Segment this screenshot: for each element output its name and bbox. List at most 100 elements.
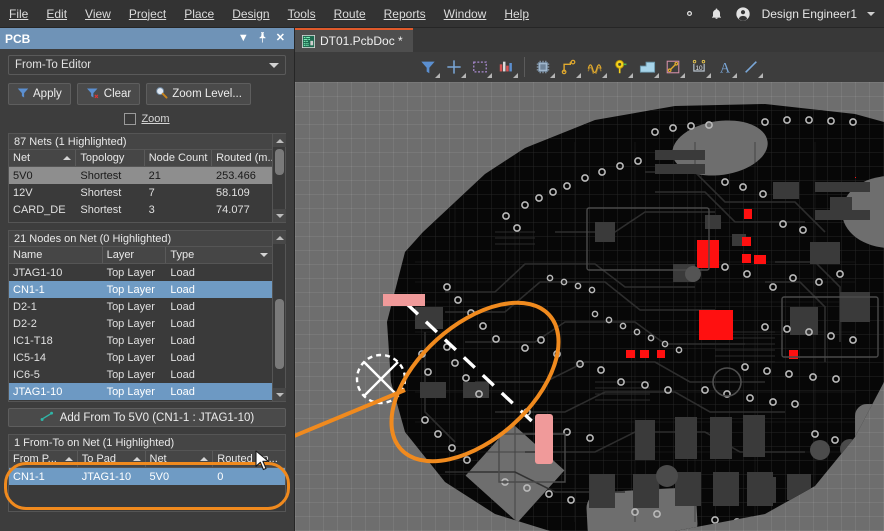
pcb-canvas[interactable] — [295, 82, 884, 531]
menu-window[interactable]: Window — [435, 3, 496, 25]
table-row[interactable]: 12V Shortest 7 58.109 — [9, 184, 272, 201]
scroll-up-icon[interactable] — [273, 231, 286, 244]
menu-tools[interactable]: Tools — [279, 3, 325, 25]
pcb-document-icon — [302, 34, 315, 48]
scroll-down-icon[interactable] — [273, 388, 286, 401]
filter-icon — [17, 87, 29, 102]
panel-title-bar: PCB ▼ ✕ — [0, 28, 294, 49]
menu-place[interactable]: Place — [175, 3, 223, 25]
fromto-cell-frompad: CN1-1 — [9, 468, 78, 485]
chevron-down-icon — [706, 73, 711, 78]
table-row[interactable]: D2-1 Top Layer Load — [9, 298, 272, 315]
layers-bar-icon[interactable] — [493, 55, 519, 79]
chevron-down-icon — [680, 73, 685, 78]
document-tabstrip: DT01.PcbDoc * — [295, 28, 884, 52]
fromto-col-net[interactable]: Net — [146, 451, 214, 467]
gear-icon[interactable] — [681, 5, 698, 22]
nets-col-routed[interactable]: Routed (m... — [212, 150, 272, 166]
crosshair-place-icon[interactable] — [441, 55, 467, 79]
panel-mode-select[interactable]: From-To Editor — [8, 55, 286, 75]
fromto-col-routed[interactable]: Routed (m... — [213, 451, 285, 467]
line-icon[interactable] — [738, 55, 764, 79]
tab-dt01-pcbdoc[interactable]: DT01.PcbDoc * — [295, 28, 413, 52]
menu-route[interactable]: Route — [325, 3, 375, 25]
dimension-icon[interactable] — [660, 55, 686, 79]
menu-reports-label: Reports — [383, 6, 426, 21]
pcb-panel: PCB ▼ ✕ From-To Editor Apply Clear Zoom … — [0, 28, 295, 531]
table-row[interactable]: CARD_DE Shortest 3 74.077 — [9, 201, 272, 218]
scrollbar-thumb[interactable] — [275, 299, 284, 369]
table-row[interactable]: D2-2 Top Layer Load — [9, 315, 272, 332]
menu-reports[interactable]: Reports — [375, 3, 435, 25]
polygon-fill-icon[interactable] — [634, 55, 660, 79]
differential-pair-icon[interactable] — [582, 55, 608, 79]
nodes-grid-scrollbar[interactable] — [272, 231, 286, 401]
pcb-board-graphic — [295, 104, 884, 531]
nets-col-net[interactable]: Net — [9, 150, 77, 166]
zoom-level-button[interactable]: Zoom Level... — [146, 83, 251, 105]
menu-design[interactable]: Design — [223, 3, 278, 25]
user-avatar-icon[interactable] — [735, 5, 752, 22]
nodes-grid-header: Name Layer Type — [9, 247, 272, 264]
nets-grid-header: Net Topology Node Count Routed (m... — [9, 150, 272, 167]
nodes-col-name[interactable]: Name — [9, 247, 103, 263]
nodes-cell-name: IC1-T18 — [13, 334, 53, 347]
bell-icon[interactable] — [708, 5, 725, 22]
chevron-down-icon[interactable] — [867, 11, 875, 16]
nets-col-nodecount[interactable]: Node Count — [145, 150, 213, 166]
nets-grid-scrollbar[interactable] — [272, 134, 286, 222]
apply-button[interactable]: Apply — [8, 83, 71, 105]
fromto-col-frompad[interactable]: From P... — [9, 451, 78, 467]
nodes-cell-type: Load — [166, 383, 272, 400]
chip-component-icon[interactable] — [530, 55, 556, 79]
menu-view[interactable]: View — [76, 3, 120, 25]
table-row[interactable]: CN1-1 Top Layer Load — [9, 281, 272, 298]
svg-text:A: A — [720, 60, 731, 75]
table-row[interactable]: IC5-14 Top Layer Load — [9, 349, 272, 366]
menu-edit-label: Edit — [46, 6, 68, 21]
chevron-down-icon[interactable]: ▼ — [238, 33, 249, 44]
menu-edit[interactable]: Edit — [37, 3, 76, 25]
search-icon — [155, 86, 168, 102]
nodes-cell-type: Load — [170, 317, 195, 330]
fromto-col-routed-label: Routed (m... — [217, 453, 278, 465]
nodes-cell-name: IC6-5 — [13, 368, 40, 381]
nets-col-topology[interactable]: Topology — [76, 150, 145, 166]
table-row[interactable]: IC1-T18 Top Layer Load — [9, 332, 272, 349]
fromto-cell-routed: 0 — [213, 468, 285, 485]
table-row[interactable]: CN1-1 JTAG1-10 5V0 0 — [9, 468, 285, 485]
menu-project[interactable]: Project — [120, 3, 175, 25]
annotation-leader-line — [295, 388, 406, 438]
table-row[interactable]: 5V0 Shortest 21 253.466 — [9, 167, 272, 184]
menu-route-label: Route — [333, 6, 366, 21]
nodes-cell-type: Load — [170, 300, 195, 313]
nodes-cell-name: CN1-1 — [9, 281, 103, 298]
scroll-up-icon[interactable] — [273, 134, 286, 147]
nodes-cell-type: Load — [170, 334, 195, 347]
table-row[interactable]: JTAG1-10 Top Layer Load — [9, 264, 272, 281]
route-track-icon[interactable] — [556, 55, 582, 79]
filter-icon[interactable] — [415, 55, 441, 79]
fromto-cell-topad: JTAG1-10 — [77, 468, 146, 485]
scroll-down-icon[interactable] — [273, 209, 286, 222]
scrollbar-thumb[interactable] — [275, 149, 284, 175]
table-row[interactable]: IC6-5 Top Layer Load — [9, 366, 272, 383]
clear-button[interactable]: Clear — [76, 83, 141, 105]
pin-icon[interactable] — [258, 31, 267, 46]
menu-help[interactable]: Help — [495, 3, 538, 25]
zoom-checkbox[interactable] — [124, 113, 137, 125]
via-pad-icon[interactable] — [608, 55, 634, 79]
menu-file[interactable]: File — [0, 3, 37, 25]
add-from-to-button[interactable]: Add From To 5V0 (CN1-1 : JTAG1-10) — [8, 408, 286, 427]
text-string-icon[interactable]: A — [712, 55, 738, 79]
table-row[interactable]: JTAG1-10 Top Layer Load — [9, 383, 272, 400]
nodes-col-layer[interactable]: Layer — [103, 247, 167, 263]
nodes-col-type[interactable]: Type — [166, 247, 272, 263]
sort-asc-icon — [63, 156, 72, 160]
fromto-col-topad[interactable]: To Pad — [78, 451, 146, 467]
coordinate-icon[interactable]: 10 — [686, 55, 712, 79]
close-icon[interactable]: ✕ — [276, 33, 285, 44]
clear-filter-icon — [86, 87, 100, 102]
nets-cell-nodecount: 7 — [148, 186, 155, 199]
selection-rect-icon[interactable] — [467, 55, 493, 79]
